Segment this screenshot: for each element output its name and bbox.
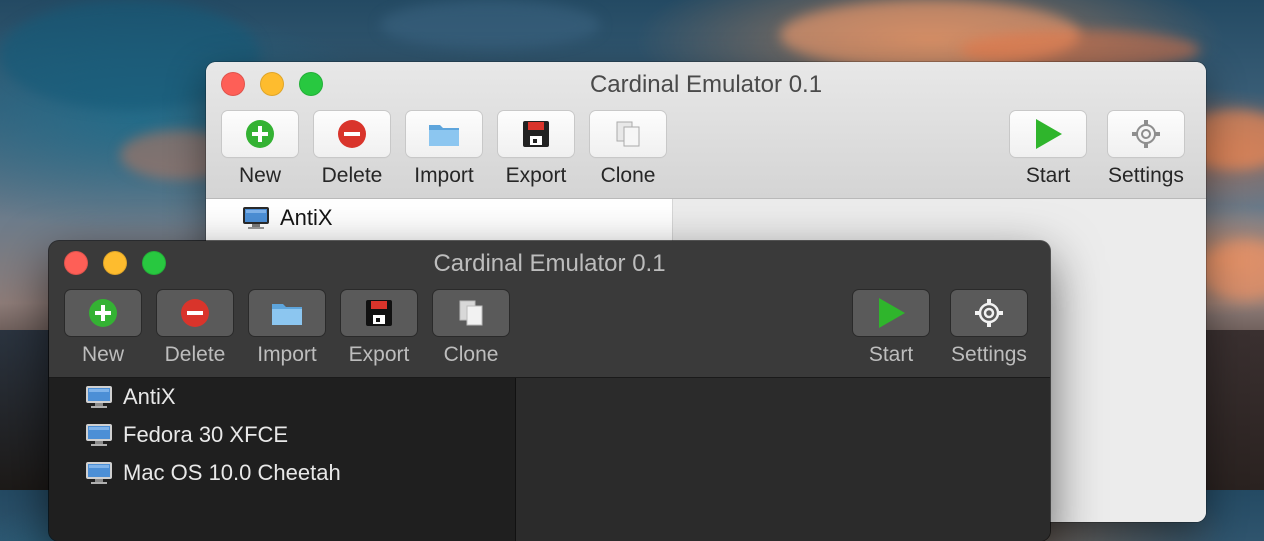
list-item[interactable]: AntiX (206, 199, 672, 237)
add-icon (89, 299, 117, 327)
play-icon (879, 298, 905, 328)
add-icon (246, 120, 274, 148)
vm-name: Mac OS 10.0 Cheetah (123, 460, 341, 485)
back-window-titlebar[interactable]: Cardinal Emulator 0.1 New Delete Import … (206, 62, 1206, 199)
gear-icon (975, 299, 1003, 327)
vm-name: Fedora 30 XFCE (123, 422, 289, 447)
remove-icon (338, 120, 366, 148)
clone-button[interactable]: Clone (433, 290, 509, 367)
gear-icon (1132, 120, 1160, 148)
export-button[interactable]: Export (341, 290, 417, 367)
import-button[interactable]: Import (249, 290, 325, 367)
vm-name: AntiX (123, 384, 176, 409)
monitor-icon (243, 207, 269, 229)
monitor-icon (86, 424, 112, 446)
settings-label: Settings (1108, 164, 1184, 187)
vm-name: AntiX (280, 205, 333, 230)
list-item[interactable]: Fedora 30 XFCE (49, 416, 515, 454)
clone-label: Clone (443, 343, 499, 366)
folder-icon (272, 304, 302, 325)
clone-icon (616, 121, 640, 147)
settings-label: Settings (951, 343, 1027, 366)
window-title: Cardinal Emulator 0.1 (433, 250, 666, 277)
remove-icon (181, 299, 209, 327)
clone-icon (459, 300, 483, 326)
start-button[interactable]: Start (1010, 111, 1086, 188)
tree-line-right (1200, 330, 1264, 490)
front-emulator-window: Cardinal Emulator 0.1 New Delete Import … (49, 241, 1050, 541)
window-title: Cardinal Emulator 0.1 (589, 71, 823, 98)
vm-list-sidebar: AntiX Fedora 30 XFCE Mac OS 10.0 Cheetah (49, 378, 516, 541)
delete-button[interactable]: Delete (314, 111, 390, 188)
monitor-icon (86, 462, 112, 484)
list-item[interactable]: AntiX (49, 378, 515, 416)
vm-detail-pane (516, 378, 1050, 541)
monitor-icon (86, 386, 112, 408)
new-button[interactable]: New (222, 111, 298, 188)
export-button[interactable]: Export (498, 111, 574, 188)
clone-button[interactable]: Clone (590, 111, 666, 188)
new-button[interactable]: New (65, 290, 141, 367)
delete-button[interactable]: Delete (157, 290, 233, 367)
import-button[interactable]: Import (406, 111, 482, 188)
folder-icon (429, 125, 459, 146)
front-window-titlebar[interactable]: Cardinal Emulator 0.1 New Delete Import … (49, 241, 1050, 378)
list-item[interactable]: Mac OS 10.0 Cheetah (49, 454, 515, 492)
save-icon (366, 300, 392, 326)
play-icon (1036, 119, 1062, 149)
save-icon (523, 121, 549, 147)
settings-button[interactable]: Settings (1108, 111, 1184, 188)
clone-label: Clone (600, 164, 656, 187)
settings-button[interactable]: Settings (951, 290, 1027, 367)
start-button[interactable]: Start (853, 290, 929, 367)
